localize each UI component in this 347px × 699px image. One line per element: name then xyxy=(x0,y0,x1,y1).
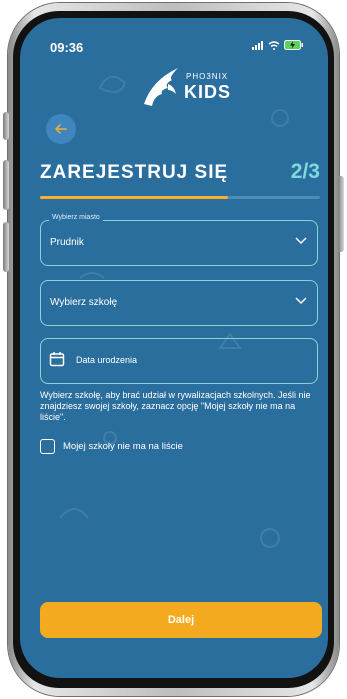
progress-bar-fill xyxy=(40,196,228,199)
volume-up-button xyxy=(3,160,9,210)
status-icons xyxy=(252,40,304,50)
phoenix-bird-icon xyxy=(144,68,178,106)
no-school-checkbox-label[interactable]: Mojej szkoły nie ma na liście xyxy=(63,441,183,452)
signal-icon xyxy=(252,40,263,50)
city-select-label: Wybierz miasto xyxy=(49,214,103,221)
progress-bar xyxy=(40,196,320,199)
page: 09:36 PHO3NIX KIDS ZAREJESTRUJ SIĘ 2/3 W… xyxy=(0,0,347,699)
chevron-down-icon xyxy=(295,237,307,245)
step-indicator: 2/3 xyxy=(290,160,320,183)
next-button[interactable]: Dalej xyxy=(40,602,322,638)
arrow-left-icon xyxy=(55,124,67,134)
no-school-option[interactable]: Mojej szkoły nie ma na liście xyxy=(40,439,183,454)
school-info-text: Wybierz szkołę, aby brać udział w rywali… xyxy=(40,390,311,422)
school-select-placeholder: Wybierz szkołę xyxy=(50,297,118,308)
logo-main-text: KIDS xyxy=(184,82,232,102)
no-school-checkbox[interactable] xyxy=(40,439,55,454)
logo-top-text: PHO3NIX xyxy=(186,72,229,81)
city-select[interactable]: Wybierz miasto Prudnik xyxy=(40,214,318,266)
wifi-icon xyxy=(268,40,280,50)
chevron-down-icon xyxy=(295,297,307,305)
back-button[interactable] xyxy=(46,114,76,144)
school-select[interactable]: Wybierz szkołę xyxy=(40,280,318,326)
birth-date-field[interactable]: Data urodzenia xyxy=(40,338,318,384)
birth-date-placeholder: Data urodzenia xyxy=(76,355,138,365)
status-time: 09:36 xyxy=(50,40,84,55)
battery-charging-icon xyxy=(284,40,303,50)
power-button xyxy=(338,176,344,252)
volume-down-button xyxy=(3,222,9,272)
page-title: ZAREJESTRUJ SIĘ xyxy=(40,162,229,183)
mute-switch xyxy=(3,112,9,140)
calendar-icon xyxy=(49,352,65,367)
city-select-value: Prudnik xyxy=(50,237,84,248)
app-screen: 09:36 PHO3NIX KIDS ZAREJESTRUJ SIĘ 2/3 W… xyxy=(20,18,328,678)
phoenix-kids-logo: PHO3NIX KIDS xyxy=(138,60,248,110)
